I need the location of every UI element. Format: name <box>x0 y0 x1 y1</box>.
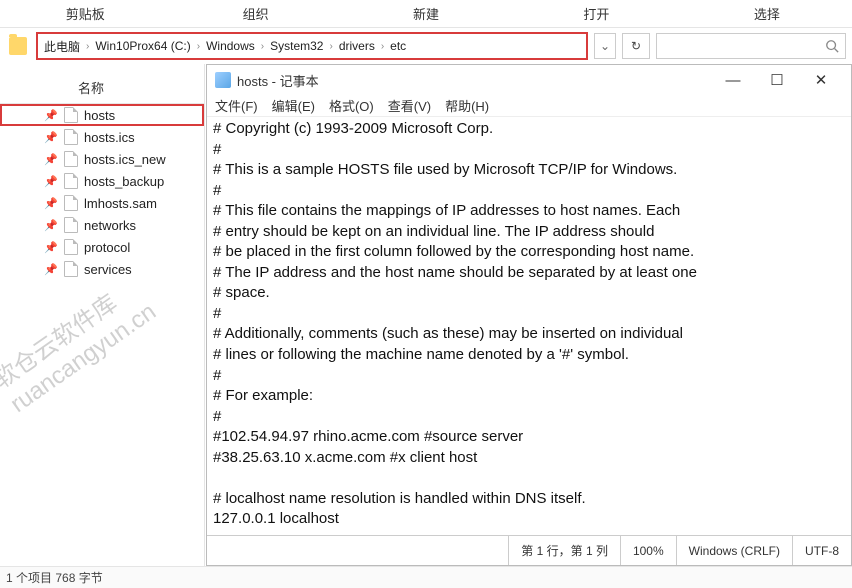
document-icon <box>64 239 78 255</box>
file-row[interactable]: 📌 hosts.ics_new <box>0 148 204 170</box>
file-name: hosts.ics_new <box>84 152 166 167</box>
document-icon <box>64 173 78 189</box>
notepad-title: hosts - 记事本 <box>237 71 711 90</box>
pin-icon: 📌 <box>44 263 58 276</box>
folder-icon <box>9 37 27 55</box>
status-eol: Windows (CRLF) <box>676 536 792 565</box>
file-row[interactable]: 📌 hosts <box>0 104 204 126</box>
pin-icon: 📌 <box>44 131 58 144</box>
file-name: lmhosts.sam <box>84 196 157 211</box>
document-icon <box>64 195 78 211</box>
chevron-down-icon: ⌄ <box>600 39 610 53</box>
menu-file[interactable]: 文件(F) <box>215 96 258 115</box>
status-position: 第 1 行，第 1 列 <box>508 536 620 565</box>
breadcrumb-bar[interactable]: 此电脑› Win10Prox64 (C:)› Windows› System32… <box>36 32 588 60</box>
file-row[interactable]: 📌 protocol <box>0 236 204 258</box>
ribbon-clipboard[interactable]: 剪贴板 <box>0 4 170 23</box>
notepad-titlebar[interactable]: hosts - 记事本 ― ☐ ✕ <box>207 65 851 95</box>
file-name: networks <box>84 218 136 233</box>
ribbon-select[interactable]: 选择 <box>682 4 852 23</box>
document-icon <box>64 151 78 167</box>
document-icon <box>64 261 78 277</box>
pin-icon: 📌 <box>44 175 58 188</box>
chevron-right-icon: › <box>327 41 334 52</box>
pin-icon: 📌 <box>44 219 58 232</box>
chevron-right-icon: › <box>259 41 266 52</box>
crumb[interactable]: Windows <box>202 39 259 53</box>
file-name: hosts <box>84 108 115 123</box>
file-row[interactable]: 📌 lmhosts.sam <box>0 192 204 214</box>
ribbon-open[interactable]: 打开 <box>511 4 681 23</box>
status-text: 1 个项目 768 字节 <box>6 569 103 586</box>
file-row[interactable]: 📌 services <box>0 258 204 280</box>
menu-edit[interactable]: 编辑(E) <box>272 96 315 115</box>
explorer-ribbon-groups: 剪贴板 组织 新建 打开 选择 <box>0 0 852 28</box>
chevron-right-icon: › <box>379 41 386 52</box>
file-row[interactable]: 📌 hosts.ics <box>0 126 204 148</box>
status-encoding: UTF-8 <box>792 536 851 565</box>
document-icon <box>64 107 78 123</box>
file-list-pane: 名称 📌 hosts 📌 hosts.ics 📌 hosts.ics_new 📌 hosts_… <box>0 64 205 566</box>
file-name: hosts.ics <box>84 130 135 145</box>
close-icon: ✕ <box>815 71 828 89</box>
chevron-right-icon: › <box>84 41 91 52</box>
maximize-button[interactable]: ☐ <box>755 65 799 95</box>
minimize-icon: ― <box>726 72 741 89</box>
notepad-window: hosts - 记事本 ― ☐ ✕ 文件(F) 编辑(E) 格式(O) 查看(V… <box>206 64 852 566</box>
file-row[interactable]: 📌 hosts_backup <box>0 170 204 192</box>
chevron-right-icon: › <box>195 41 202 52</box>
crumb[interactable]: 此电脑 <box>40 38 84 55</box>
crumb[interactable]: etc <box>386 39 410 53</box>
search-input[interactable] <box>656 33 846 59</box>
address-dropdown[interactable]: ⌄ <box>594 33 616 59</box>
refresh-icon: ↻ <box>631 39 641 53</box>
pin-icon: 📌 <box>44 241 58 254</box>
file-name: protocol <box>84 240 130 255</box>
explorer-statusbar: 1 个项目 768 字节 <box>0 566 852 588</box>
crumb[interactable]: System32 <box>266 39 327 53</box>
notepad-app-icon <box>215 72 231 88</box>
search-icon <box>819 39 845 53</box>
menu-format[interactable]: 格式(O) <box>329 96 374 115</box>
menu-help[interactable]: 帮助(H) <box>445 96 489 115</box>
pin-icon: 📌 <box>44 109 58 122</box>
maximize-icon: ☐ <box>770 71 783 89</box>
crumb[interactable]: drivers <box>335 39 379 53</box>
ribbon-new[interactable]: 新建 <box>341 4 511 23</box>
document-icon <box>64 217 78 233</box>
pin-icon: 📌 <box>44 197 58 210</box>
menu-view[interactable]: 查看(V) <box>388 96 431 115</box>
notepad-menubar: 文件(F) 编辑(E) 格式(O) 查看(V) 帮助(H) <box>207 95 851 117</box>
column-header-name[interactable]: 名称 <box>0 74 204 104</box>
up-one-level-icon[interactable] <box>6 34 30 58</box>
file-name: hosts_backup <box>84 174 164 189</box>
ribbon-organize[interactable]: 组织 <box>170 4 340 23</box>
refresh-button[interactable]: ↻ <box>622 33 650 59</box>
file-row[interactable]: 📌 networks <box>0 214 204 236</box>
notepad-statusbar: 第 1 行，第 1 列 100% Windows (CRLF) UTF-8 <box>207 535 851 565</box>
close-button[interactable]: ✕ <box>799 65 843 95</box>
status-zoom: 100% <box>620 536 676 565</box>
watermark: 软仓云软件库 ruancangyun.cn <box>0 275 162 420</box>
document-icon <box>64 129 78 145</box>
file-name: services <box>84 262 132 277</box>
notepad-text-area[interactable]: # Copyright (c) 1993-2009 Microsoft Corp… <box>207 117 851 535</box>
address-row: 此电脑› Win10Prox64 (C:)› Windows› System32… <box>0 28 852 64</box>
crumb[interactable]: Win10Prox64 (C:) <box>91 39 194 53</box>
pin-icon: 📌 <box>44 153 58 166</box>
minimize-button[interactable]: ― <box>711 65 755 95</box>
